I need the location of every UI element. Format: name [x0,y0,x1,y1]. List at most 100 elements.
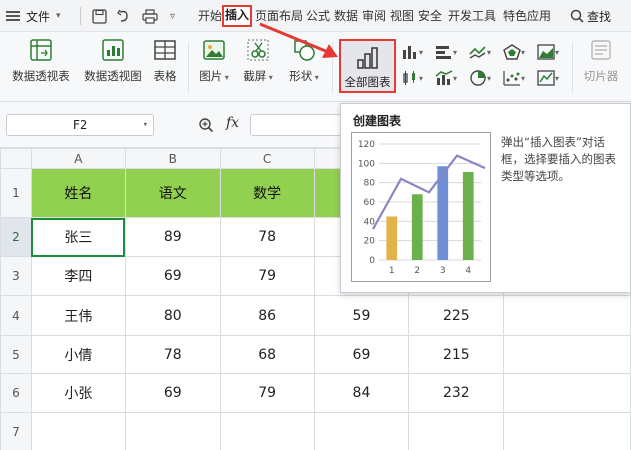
cell-empty[interactable] [30,412,126,450]
tab-review[interactable]: 审阅 [362,6,386,26]
cell-a3[interactable]: 李四 [30,256,126,296]
insert-function-button[interactable]: fx [226,115,239,131]
search-button[interactable]: 查找 [570,0,611,32]
cell-c6[interactable]: 79 [219,373,315,413]
all-charts-label: 全部图表 [344,75,391,89]
bar-chart-button[interactable]: ▾ [432,42,460,62]
row-header-2[interactable]: 2 [0,217,32,257]
row-header-5[interactable]: 5 [0,335,32,374]
cell-reference: F2 [72,118,88,132]
cell-d6[interactable]: 84 [313,373,410,413]
stock-chart-button[interactable]: ▾ [398,68,426,88]
tab-developer[interactable]: 开发工具 [448,6,496,26]
quick-access-dropdown[interactable]: ▿ [170,0,175,32]
screenshot-button[interactable]: 截屏 ▾ [240,38,276,84]
cell-a4[interactable]: 王伟 [30,295,126,336]
row-header-6[interactable]: 6 [0,373,32,413]
divider [332,42,333,92]
zoom-formula-button[interactable] [198,117,214,136]
row-header-1[interactable]: 1 [0,168,32,218]
column-header-b[interactable]: B [124,148,221,169]
cell-c2[interactable]: 78 [219,217,315,257]
tab-formulas[interactable]: 公式 [306,6,330,26]
radar-chart-button[interactable]: ▾ [500,42,528,62]
combo-chart-button[interactable]: ▾ [432,68,460,88]
cell-d4[interactable]: 59 [313,295,410,336]
cell-empty[interactable] [124,412,221,450]
hamburger-menu-button[interactable] [6,0,20,32]
slicer-button[interactable]: 切片器 [578,38,624,84]
cell-empty[interactable] [503,295,631,336]
area-chart-button[interactable]: ▾ [534,42,562,62]
tab-view[interactable]: 视图 [390,6,414,26]
column-header-a[interactable]: A [30,148,126,169]
cell-c3[interactable]: 79 [219,256,315,296]
hamburger-icon [6,9,20,23]
cell-c4[interactable]: 86 [219,295,315,336]
chevron-down-icon: ▾ [142,120,148,130]
y-tick-label: 40 [364,217,376,227]
cell-b6[interactable]: 69 [124,373,221,413]
file-menu[interactable]: 文件 ▾ [26,0,61,32]
tab-data[interactable]: 数据 [334,6,358,26]
column-header-c[interactable]: C [219,148,315,169]
table-button[interactable]: 表格 [150,38,180,84]
name-box[interactable]: F2 ▾ [6,114,154,136]
cell-a2[interactable]: 张三 [30,217,126,257]
tab-insert[interactable]: 插入 [222,5,253,27]
line-chart-button[interactable]: ▾ [466,42,494,62]
pivot-chart-button[interactable]: 数据透视图 [80,38,146,84]
cell-e4[interactable]: 225 [408,295,505,336]
cell-b4[interactable]: 80 [124,295,221,336]
tab-home[interactable]: 开始 [198,6,222,26]
cell-b1[interactable]: 语文 [124,168,221,218]
tab-special-apps[interactable]: 特色应用 [503,6,551,26]
table-label: 表格 [153,69,177,83]
row-header-3[interactable]: 3 [0,256,32,296]
pivot-table-button[interactable]: 数据透视表 [8,38,74,84]
cell-empty[interactable] [313,412,410,450]
undo-icon [117,9,128,22]
all-charts-tooltip: 创建图表 0 20 40 60 80 100 120 1 2 3 4 弹出“插入图表”对话框，选择要… [340,103,631,293]
all-charts-button[interactable]: 全部图表 [339,39,396,93]
file-menu-label: 文件 [26,9,51,24]
scatter-chart-button[interactable]: ▾ [500,68,528,88]
cell-a5[interactable]: 小倩 [30,335,126,374]
save-button[interactable] [92,0,107,32]
shapes-button[interactable]: 形状 ▾ [284,38,324,84]
tab-page-layout[interactable]: 页面布局 [255,6,303,26]
cell-empty[interactable] [219,412,315,450]
undo-button[interactable] [116,0,131,32]
table-icon [154,40,176,60]
cell-b2[interactable]: 89 [124,217,221,257]
picture-label: 图片 ▾ [199,69,229,83]
formula-input[interactable] [250,114,350,136]
cell-empty[interactable] [503,373,631,413]
cell-a6[interactable]: 小张 [30,373,126,413]
tab-security[interactable]: 安全 [418,6,442,26]
row-header-7[interactable]: 7 [0,412,32,450]
cell-e6[interactable]: 232 [408,373,505,413]
cell-d5[interactable]: 69 [313,335,410,374]
cell-c5[interactable]: 68 [219,335,315,374]
chevron-down-icon: ▾ [56,11,61,21]
cell-e5[interactable]: 215 [408,335,505,374]
bar [411,194,423,260]
cell-empty[interactable] [408,412,505,450]
cell-c1[interactable]: 数学 [219,168,315,218]
search-icon [570,9,584,23]
column-chart-button[interactable]: ▾ [398,42,426,62]
chevron-down-icon: ▿ [170,10,176,22]
cell-empty[interactable] [503,335,631,374]
row-header-4[interactable]: 4 [0,295,32,336]
map-chart-button[interactable]: ▾ [534,68,562,88]
print-button[interactable] [142,0,158,32]
x-tick-label: 3 [440,266,446,276]
cell-b5[interactable]: 78 [124,335,221,374]
cell-a1[interactable]: 姓名 [30,168,126,218]
pie-chart-button[interactable]: ▾ [466,68,494,88]
picture-button[interactable]: 图片 ▾ [196,38,232,84]
cell-b3[interactable]: 69 [124,256,221,296]
cell-empty[interactable] [503,412,631,450]
select-all-corner[interactable] [0,148,32,169]
